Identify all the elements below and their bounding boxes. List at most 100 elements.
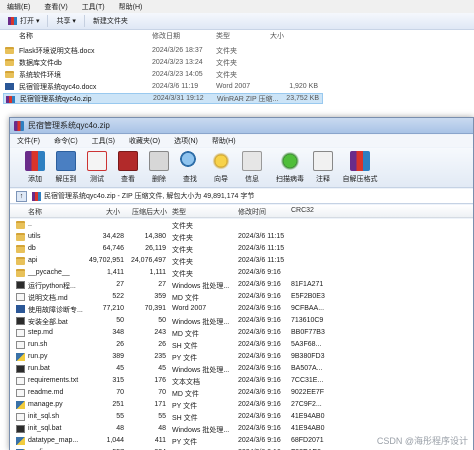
list-item[interactable]: 系统软件环境 2024/3/23 14:05 文件夹: [0, 69, 320, 80]
up-folder-button[interactable]: ↑: [16, 190, 27, 202]
table-row[interactable]: 安装全部.bat 50 50 Windows 批处理... 2024/3/6 9:16 7…: [10, 315, 473, 327]
col-crc[interactable]: CRC32: [291, 207, 314, 214]
list-item[interactable]: 数据库文件db 2024/3/23 13:24 文件夹: [0, 57, 320, 68]
file-type: MD 文件: [172, 295, 199, 302]
packed-size: 1,111: [149, 269, 166, 276]
file-size: 315: [112, 377, 124, 384]
explorer-menubar: 编辑(E) 查看(V) 工具(T) 帮助(H): [0, 0, 474, 13]
table-row[interactable]: manage.py 251 171 PY 文件 2024/3/6 9:16 27C9F2.…: [10, 399, 473, 411]
menu-file[interactable]: 文件(F): [10, 136, 47, 146]
info-button[interactable]: 信息: [237, 150, 267, 186]
file-name: api: [28, 257, 38, 264]
sfx-button[interactable]: 自解压格式: [340, 150, 380, 186]
file-name: 民宿管理系统qyc4o.zip: [20, 95, 92, 103]
modified-time: 2024/3/6 9:16: [238, 341, 281, 348]
wizard-button[interactable]: 向导: [206, 150, 236, 186]
comment-button[interactable]: 注释: [308, 150, 338, 186]
packed-size: 14,380: [144, 233, 166, 240]
col-size[interactable]: 大小: [106, 207, 120, 217]
menu-help[interactable]: 帮助(H): [205, 136, 243, 146]
table-row[interactable]: init_sql.sh 55 55 SH 文件 2024/3/6 9:16 41E94AB…: [10, 411, 473, 423]
menu-commands[interactable]: 命令(C): [47, 136, 85, 146]
menu-tools[interactable]: 工具(S): [85, 136, 122, 146]
list-item[interactable]: Flask环境说明文档.docx 2024/3/26 18:37 文件夹: [0, 45, 320, 56]
table-row[interactable]: db 64,746 26,119 文件夹 2024/3/6 11:15: [10, 243, 473, 255]
table-row[interactable]: 说明文档.md 522 359 MD 文件 2024/3/6 9:16 E5F2B0E3: [10, 291, 473, 303]
col-size[interactable]: 大小: [270, 31, 320, 41]
table-row[interactable]: .. 文件夹: [10, 219, 473, 231]
test-button[interactable]: 测试: [82, 150, 112, 186]
file-type: 文件夹: [216, 47, 237, 55]
file-name: manage.py: [28, 401, 63, 408]
file-icon: [16, 341, 25, 349]
table-row[interactable]: step.md 348 243 MD 文件 2024/3/6 9:16 BB0F77B3: [10, 327, 473, 339]
file-date: 2024/3/31 19:12: [153, 95, 204, 102]
modified-time: 2024/3/6 11:15: [238, 245, 285, 252]
col-packed[interactable]: 压缩后大小: [132, 207, 167, 217]
table-row[interactable]: utils 34,428 14,380 文件夹 2024/3/6 11:15: [10, 231, 473, 243]
file-name: ..: [28, 221, 32, 228]
packed-size: 48: [158, 425, 166, 432]
new-folder-label: 新建文件夹: [92, 18, 128, 25]
tool-label: 自解压格式: [342, 176, 378, 183]
archive-icon: [8, 17, 17, 25]
sfx-icon: [350, 151, 370, 171]
col-modified[interactable]: 修改时间: [238, 207, 266, 217]
packed-size: 176: [154, 377, 166, 384]
find-button[interactable]: 查找: [175, 150, 205, 186]
crc32: BB0F77B3: [291, 329, 325, 336]
new-folder-button[interactable]: 新建文件夹: [85, 13, 136, 30]
table-row[interactable]: readme.md 70 70 MD 文件 2024/3/6 9:16 9022EE7F: [10, 387, 473, 399]
file-name: requirements.txt: [28, 377, 79, 384]
table-row[interactable]: 使用故障诊断专... 77,210 70,391 Word 2007 2024/3/6 …: [10, 303, 473, 315]
file-type: PY 文件: [172, 355, 198, 362]
col-date[interactable]: 修改日期: [152, 31, 180, 41]
view-button[interactable]: 查看: [113, 150, 143, 186]
file-icon: [16, 293, 25, 301]
file-type: Windows 批处理...: [172, 427, 230, 434]
col-type[interactable]: 类型: [172, 207, 186, 217]
file-size: 70: [116, 389, 124, 396]
table-row[interactable]: run.bat 45 45 Windows 批处理... 2024/3/6 9:16 BA…: [10, 363, 473, 375]
menu-favorites[interactable]: 收藏夹(O): [122, 136, 167, 146]
winrar-titlebar[interactable]: 民宿管理系统qyc4o.zip: [10, 118, 473, 134]
list-item-selected[interactable]: 民宿管理系统qyc4o.zip 2024/3/31 19:12 WinRAR Z…: [3, 93, 323, 104]
list-item[interactable]: 民宿管理系统qyc4o.docx 2024/3/6 11:19 Word 200…: [0, 81, 320, 92]
delete-button[interactable]: 删除: [144, 150, 174, 186]
table-row[interactable]: __pycache__ 1,411 1,111 文件夹 2024/3/6 9:16: [10, 267, 473, 279]
batch-file-icon: [16, 281, 25, 289]
col-type[interactable]: 类型: [216, 31, 230, 41]
menu-edit[interactable]: 编辑(E): [0, 2, 37, 12]
col-name[interactable]: 名称: [28, 207, 42, 217]
trash-icon: [149, 151, 169, 171]
modified-time: 2024/3/6 9:16: [238, 389, 281, 396]
menu-options[interactable]: 选项(N): [167, 136, 205, 146]
menu-help[interactable]: 帮助(H): [112, 2, 150, 12]
file-name: 安装全部.bat: [28, 319, 68, 326]
add-button[interactable]: 添加: [20, 150, 50, 186]
crc32: 9B380FD3: [291, 353, 325, 360]
open-button[interactable]: 打开 ▾: [0, 13, 47, 30]
info-icon: [242, 151, 262, 171]
col-name[interactable]: 名称: [19, 31, 33, 41]
table-row[interactable]: requirements.txt 315 176 文本文档 2024/3/6 9:16 7…: [10, 375, 473, 387]
test-icon: [87, 151, 107, 171]
table-row[interactable]: 运行python程... 27 27 Windows 批处理... 2024/3/6 9…: [10, 279, 473, 291]
modified-time: 2024/3/6 9:16: [238, 293, 281, 300]
table-row[interactable]: run.sh 26 26 SH 文件 2024/3/6 9:16 5A3F68...: [10, 339, 473, 351]
table-row[interactable]: api 49,702,951 24,076,497 文件夹 2024/3/6 11:15: [10, 255, 473, 267]
modified-time: 2024/3/6 9:16: [238, 425, 281, 432]
file-type: Windows 批处理...: [172, 367, 230, 374]
table-row[interactable]: run.py 389 235 PY 文件 2024/3/6 9:16 9B380FD3: [10, 351, 473, 363]
file-type: MD 文件: [172, 331, 199, 338]
crc32: 81F1A271: [291, 281, 324, 288]
virus-scan-icon: [280, 151, 300, 171]
share-button[interactable]: 共享 ▾: [48, 13, 83, 30]
file-type: 文本文档: [172, 379, 200, 386]
menu-view[interactable]: 查看(V): [37, 2, 74, 12]
scan-virus-button[interactable]: 扫描病毒: [272, 150, 308, 186]
file-type: 文件夹: [172, 271, 193, 278]
menu-tools[interactable]: 工具(T): [75, 2, 112, 12]
extract-to-button[interactable]: 解压到: [51, 150, 81, 186]
archive-file-list: .. 文件夹 utils 34,428 14,380 文件夹 2024/3/6 11:15 d…: [10, 219, 473, 450]
